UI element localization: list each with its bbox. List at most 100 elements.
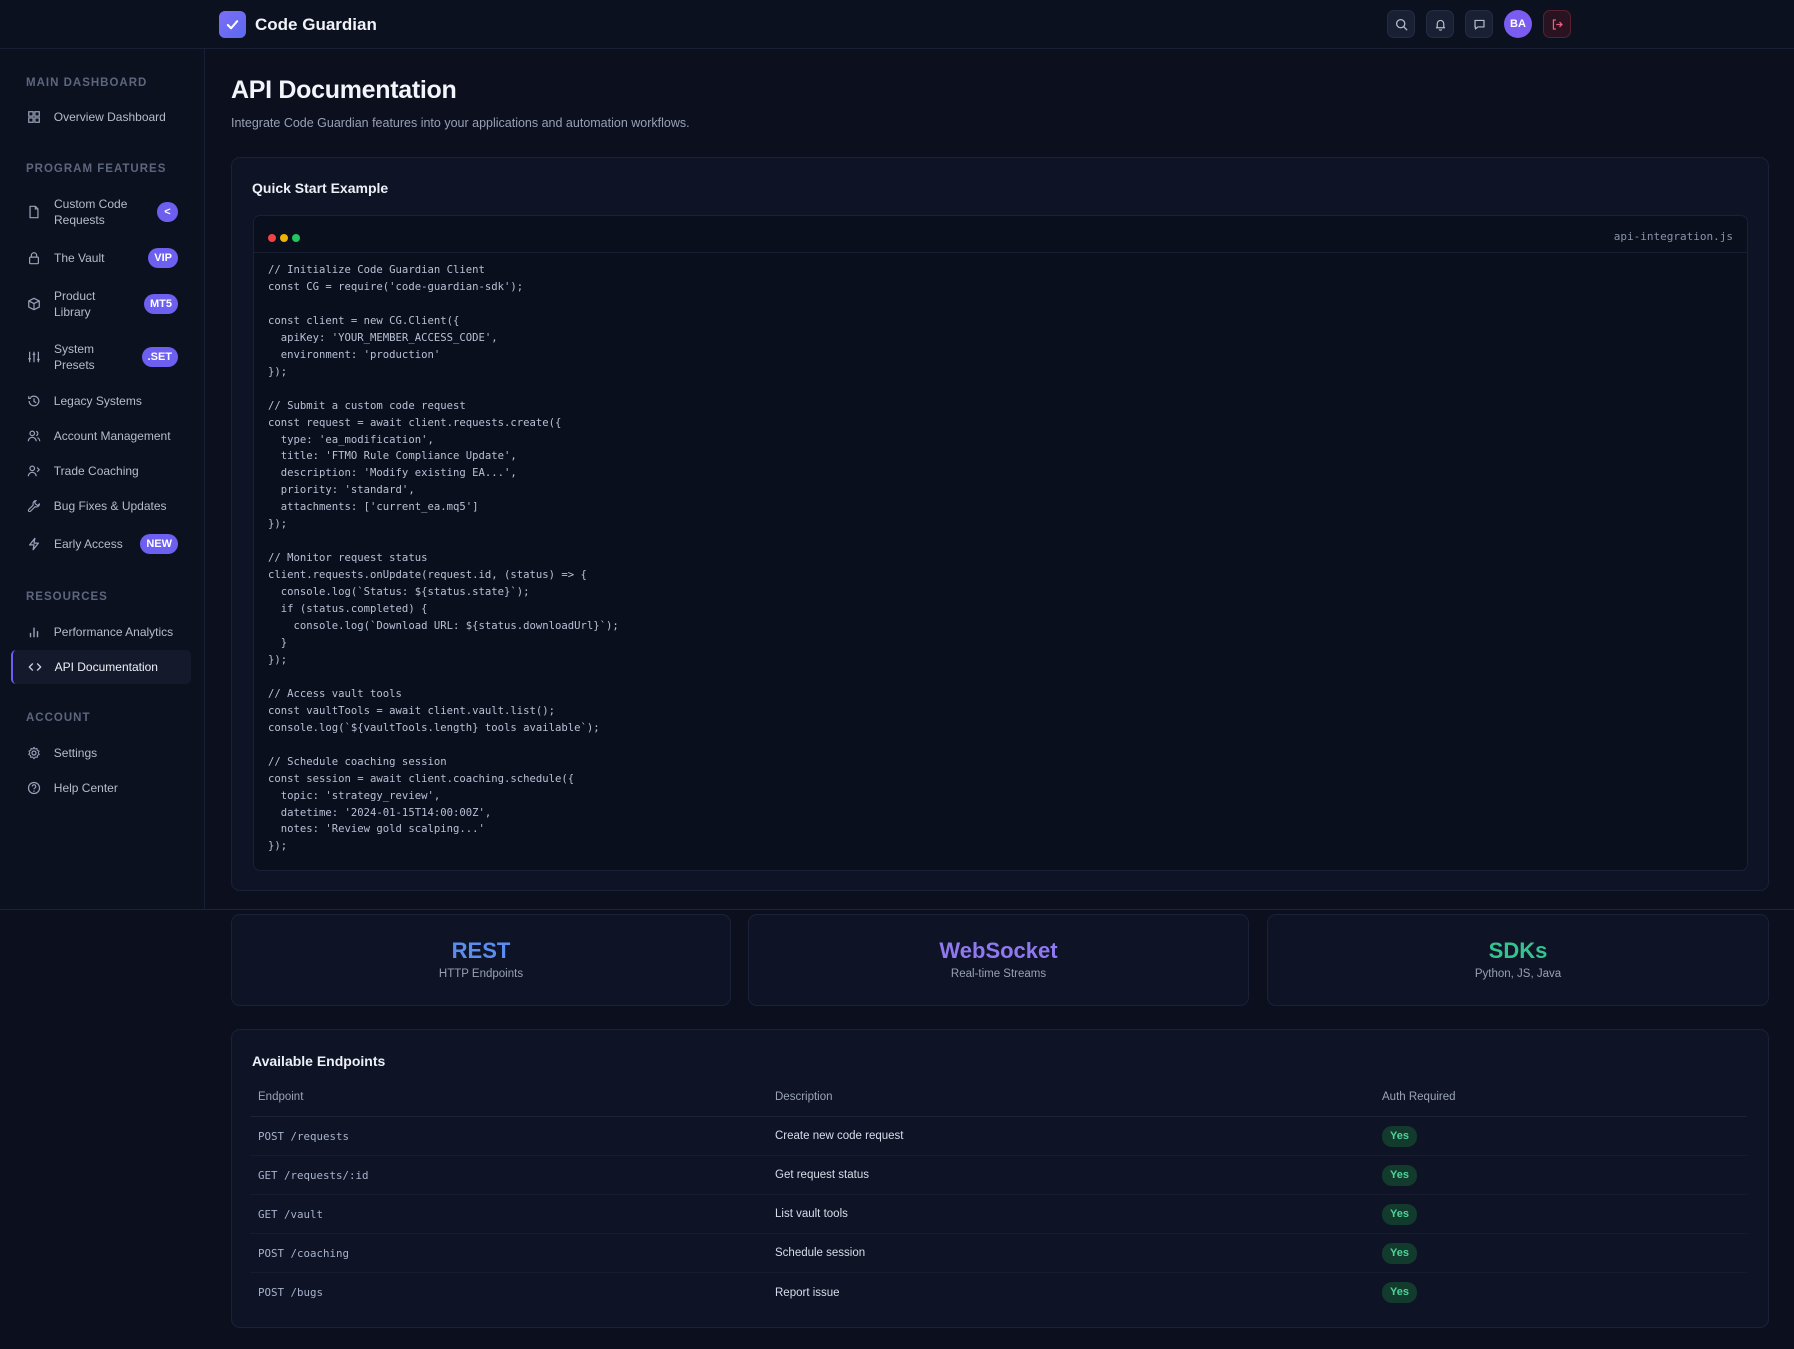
table-row[interactable]: POST /requests Create new code request Y… (250, 1117, 1747, 1156)
endpoint-path: POST /coaching (258, 1246, 350, 1260)
section-title-resources: RESOURCES (26, 591, 108, 603)
sidebar-item-label: Account Management (53, 429, 171, 443)
maximize-dot-icon (292, 234, 300, 242)
rest-card[interactable]: REST HTTP Endpoints (231, 914, 731, 1006)
bar-chart-icon (26, 624, 42, 640)
logout-icon (1552, 18, 1563, 30)
page-title: API Documentation (231, 76, 457, 104)
sidebar-item-label: Trade Coaching (53, 464, 139, 478)
message-icon (1473, 19, 1485, 30)
section-title-features: PROGRAM FEATURES (26, 163, 167, 175)
sidebar-item-product-library[interactable]: Product Library MT5 (12, 284, 192, 324)
history-icon (26, 393, 42, 409)
code-filename: api-integration.js (1613, 230, 1733, 243)
notifications-button[interactable] (1426, 10, 1454, 38)
sidebar-item-legacy-systems[interactable]: Legacy Systems (12, 384, 192, 418)
section-title-account: ACCOUNT (26, 712, 91, 724)
sidebar-item-label: Custom Code Requests (54, 197, 128, 227)
sidebar-item-early-access[interactable]: Early Access NEW (12, 527, 192, 561)
sidebar-item-settings[interactable]: Settings (12, 736, 192, 770)
endpoint-description: Create new code request (775, 1130, 904, 1142)
lock-icon (26, 250, 42, 266)
section-divider (0, 909, 1794, 910)
sidebar-item-vault[interactable]: The Vault VIP (12, 241, 192, 275)
page-subtitle: Integrate Code Guardian features into yo… (231, 116, 690, 130)
sidebar-item-label: Overview Dashboard (53, 110, 166, 124)
endpoint-description: List vault tools (775, 1208, 848, 1220)
table-row[interactable]: POST /coaching Schedule session Yes (250, 1234, 1747, 1273)
sidebar-item-label: Early Access (54, 537, 123, 551)
endpoint-path: POST /requests (258, 1129, 350, 1143)
code-window: api-integration.js // Initialize Code Gu… (253, 215, 1748, 871)
endpoint-path: POST /bugs (258, 1286, 324, 1299)
sidebar-item-label: Performance Analytics (53, 625, 174, 639)
sdks-subtitle: Python, JS, Java (1474, 968, 1562, 980)
code-block[interactable]: // Initialize Code Guardian Client const… (268, 262, 619, 855)
quick-start-card: Quick Start Example api-integration.js /… (231, 157, 1769, 891)
file-icon (26, 204, 42, 220)
gear-icon (26, 745, 42, 761)
brand[interactable]: Code Guardian (219, 11, 377, 38)
auth-badge: Yes (1382, 1164, 1417, 1186)
sidebar-item-account-management[interactable]: Account Management (12, 419, 192, 453)
endpoint-description: Report issue (775, 1286, 840, 1299)
auth-badge: Yes (1382, 1282, 1417, 1303)
rest-subtitle: HTTP Endpoints (438, 968, 524, 980)
bolt-icon (26, 536, 42, 552)
app-name: Code Guardian (255, 14, 377, 34)
sidebar-item-api-documentation[interactable]: API Documentation (11, 650, 191, 684)
sidebar-item-label: System Presets (54, 342, 95, 372)
endpoint-description: Get request status (775, 1169, 869, 1181)
logout-button[interactable] (1543, 10, 1571, 38)
sidebar-item-help-center[interactable]: Help Center (12, 771, 192, 805)
sidebar-item-label: Legacy Systems (53, 394, 142, 408)
minimize-dot-icon (280, 234, 288, 242)
endpoint-description: Schedule session (775, 1247, 866, 1259)
websocket-title: WebSocket (939, 938, 1058, 963)
column-header-auth: Auth Required (1382, 1091, 1456, 1103)
check-logo-icon (219, 11, 246, 38)
table-row[interactable]: GET /vault List vault tools Yes (250, 1195, 1747, 1234)
sidebar-item-overview[interactable]: Overview Dashboard (12, 100, 192, 134)
vip-badge: VIP (148, 248, 178, 268)
auth-badge: Yes (1382, 1242, 1417, 1264)
search-button[interactable] (1387, 10, 1415, 38)
top-bar: Code Guardian BA (0, 0, 1794, 49)
sidebar: MAIN DASHBOARD Overview Dashboard PROGRA… (0, 49, 205, 910)
box-icon (26, 296, 42, 312)
sidebar-item-trade-coaching[interactable]: Trade Coaching (12, 454, 192, 488)
messages-button[interactable] (1465, 10, 1493, 38)
sidebar-item-label: The Vault (54, 251, 105, 265)
sidebar-item-performance-analytics[interactable]: Performance Analytics (12, 615, 192, 649)
avatar[interactable]: BA (1504, 10, 1532, 38)
bell-icon (1435, 19, 1445, 31)
mt5-badge: MT5 (144, 294, 178, 314)
sidebar-item-custom-code-requests[interactable]: Custom Code Requests < (12, 192, 192, 232)
search-icon (1395, 18, 1407, 30)
sidebar-item-label: Help Center (53, 781, 118, 795)
column-header-endpoint: Endpoint (258, 1091, 304, 1103)
table-row[interactable]: POST /bugs Report issue Yes (250, 1273, 1747, 1312)
wrench-icon (26, 498, 42, 514)
coaching-icon (26, 463, 42, 479)
window-controls (268, 234, 300, 242)
new-badge: NEW (140, 534, 178, 554)
users-icon (26, 428, 42, 444)
sdks-card[interactable]: SDKs Python, JS, Java (1267, 914, 1769, 1006)
code-badge: < (157, 202, 178, 222)
sdks-title: SDKs (1488, 938, 1548, 963)
table-row[interactable]: GET /requests/:id Get request status Yes (250, 1156, 1747, 1195)
sidebar-item-label: Product Library (54, 289, 96, 319)
websocket-card[interactable]: WebSocket Real-time Streams (748, 914, 1249, 1006)
code-divider (254, 252, 1747, 253)
table-header: Endpoint Description Auth Required (250, 1078, 1747, 1117)
auth-badge: Yes (1382, 1203, 1417, 1225)
sidebar-item-system-presets[interactable]: System Presets .SET (12, 337, 192, 377)
section-title-main: MAIN DASHBOARD (26, 77, 148, 89)
endpoint-path: GET /requests/:id (258, 1168, 369, 1182)
websocket-subtitle: Real-time Streams (950, 968, 1047, 980)
auth-badge: Yes (1382, 1125, 1417, 1147)
close-dot-icon (268, 234, 276, 242)
sidebar-item-bug-fixes[interactable]: Bug Fixes & Updates (12, 489, 192, 523)
sliders-icon (26, 349, 42, 365)
